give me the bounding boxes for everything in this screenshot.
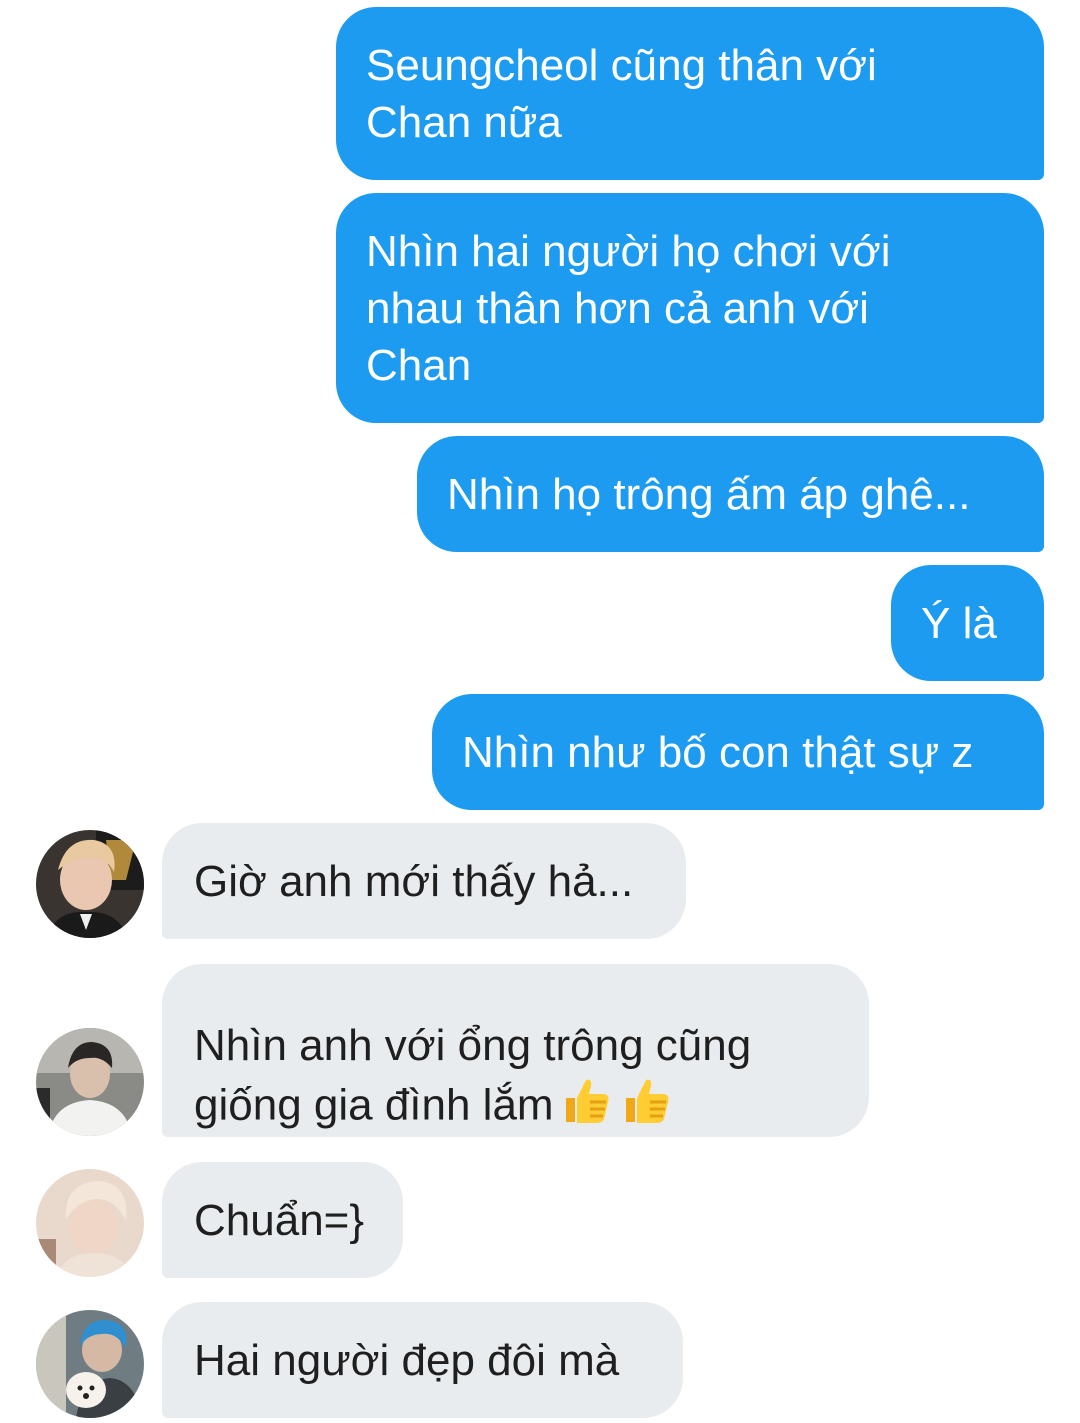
avatar-blond-suit[interactable] bbox=[36, 830, 144, 938]
sent-message[interactable]: Ý là bbox=[891, 565, 1044, 681]
received-message[interactable]: Giờ anh mới thấy hả... bbox=[162, 823, 686, 939]
sent-message[interactable]: Seungcheol cũng thân với Chan nữa bbox=[336, 7, 1044, 180]
sent-message[interactable]: Nhìn hai người họ chơi với nhau thân hơn… bbox=[336, 193, 1044, 423]
message-text: Ý là bbox=[921, 598, 997, 648]
thumbs-up-icon bbox=[620, 1074, 674, 1142]
message-text: Giờ anh mới thấy hả... bbox=[194, 856, 634, 906]
avatar-blue-hair-dog[interactable] bbox=[36, 1310, 144, 1418]
message-text: Hai người đẹp đôi mà bbox=[194, 1335, 620, 1385]
thumbs-up-icon bbox=[560, 1074, 614, 1142]
message-text: Chuẩn=} bbox=[194, 1195, 365, 1245]
message-text: Nhìn hai người họ chơi với nhau thân hơn… bbox=[366, 226, 891, 390]
sent-message[interactable]: Nhìn họ trông ấm áp ghê... bbox=[417, 436, 1044, 552]
received-message[interactable]: Nhìn anh với ổng trông cũng giống gia đì… bbox=[162, 964, 869, 1137]
message-content: Nhìn anh với ổng trông cũng giống gia đì… bbox=[194, 960, 751, 1142]
received-message[interactable]: Hai người đẹp đôi mà bbox=[162, 1302, 683, 1418]
avatar-pastel-hair[interactable] bbox=[36, 1169, 144, 1277]
sent-message[interactable]: Nhìn như bố con thật sự z bbox=[432, 694, 1044, 810]
message-text: Seungcheol cũng thân với Chan nữa bbox=[366, 40, 877, 147]
avatar-white-shirt[interactable] bbox=[36, 1028, 144, 1136]
message-text: Nhìn như bố con thật sự z bbox=[462, 727, 974, 777]
message-text: Nhìn họ trông ấm áp ghê... bbox=[447, 469, 971, 519]
received-message[interactable]: Chuẩn=} bbox=[162, 1162, 403, 1278]
